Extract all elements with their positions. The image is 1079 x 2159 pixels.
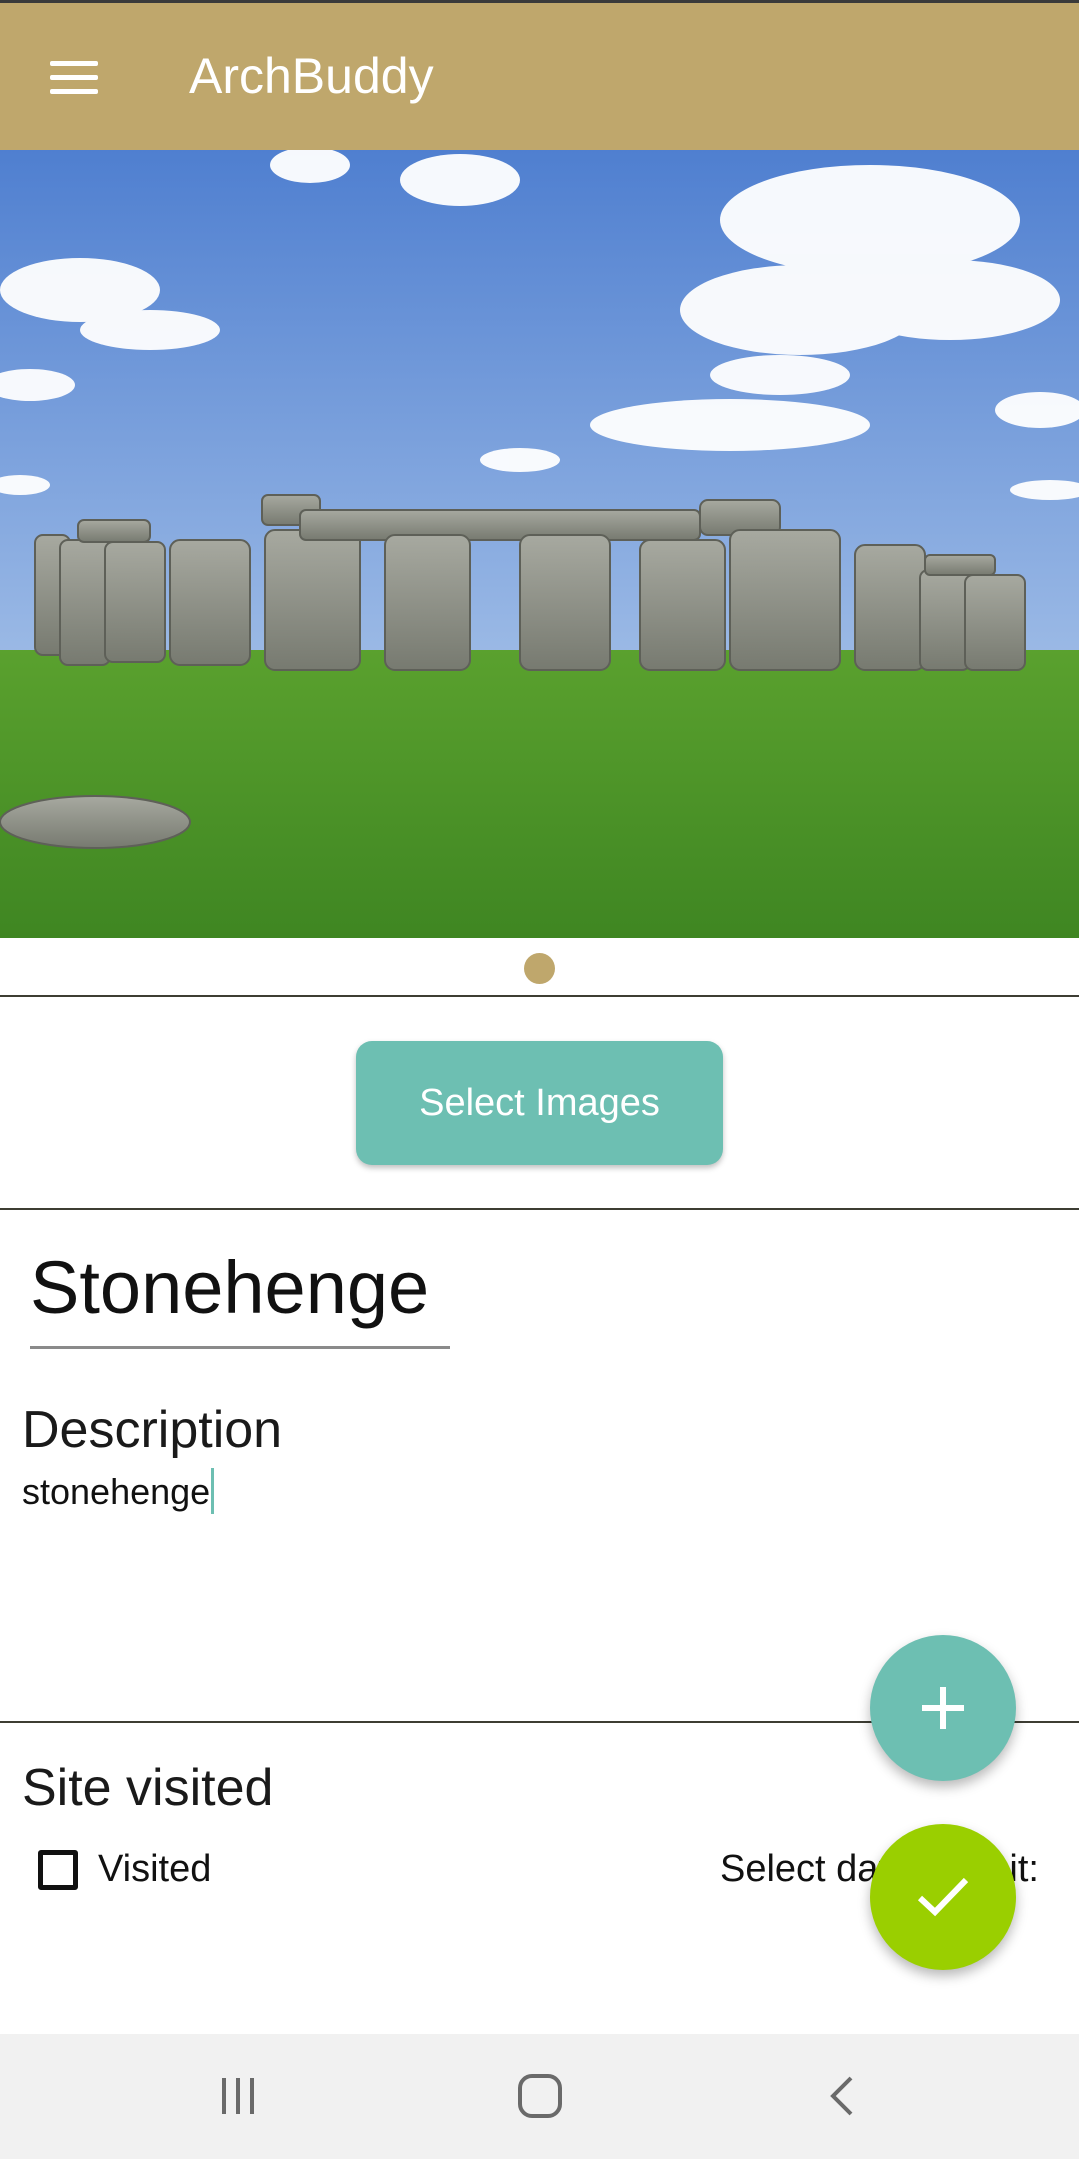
hamburger-menu-icon[interactable] — [40, 51, 104, 105]
add-fab-button[interactable] — [870, 1635, 1016, 1781]
description-field[interactable]: stonehenge — [22, 1468, 215, 1514]
select-images-button[interactable]: Select Images — [356, 1041, 723, 1165]
site-name-field[interactable]: Stonehenge — [30, 1240, 450, 1349]
app-bar: ArchBuddy — [0, 0, 1079, 150]
image-pager — [0, 938, 1079, 996]
plus-icon — [922, 1687, 964, 1729]
site-image[interactable] — [0, 150, 1079, 938]
save-fab-button[interactable] — [870, 1824, 1016, 1970]
pager-dot-active[interactable] — [524, 953, 555, 984]
divider — [0, 995, 1079, 997]
app-title: ArchBuddy — [189, 48, 434, 104]
text-caret — [211, 1468, 215, 1514]
back-icon[interactable] — [788, 2056, 898, 2136]
visited-checkbox-label: Visited — [98, 1848, 212, 1890]
system-nav-bar — [0, 2034, 1079, 2159]
check-icon — [917, 1877, 969, 1917]
stonehenge-photo — [0, 150, 1079, 938]
description-value: stonehenge — [22, 1471, 211, 1512]
recents-icon[interactable] — [183, 2056, 293, 2136]
visited-checkbox[interactable] — [38, 1849, 78, 1890]
description-label: Description — [22, 1401, 283, 1459]
home-icon[interactable] — [485, 2056, 595, 2136]
site-visited-label: Site visited — [22, 1759, 274, 1817]
divider — [0, 1208, 1079, 1210]
visited-checkbox-row[interactable]: Visited — [38, 1848, 211, 1891]
